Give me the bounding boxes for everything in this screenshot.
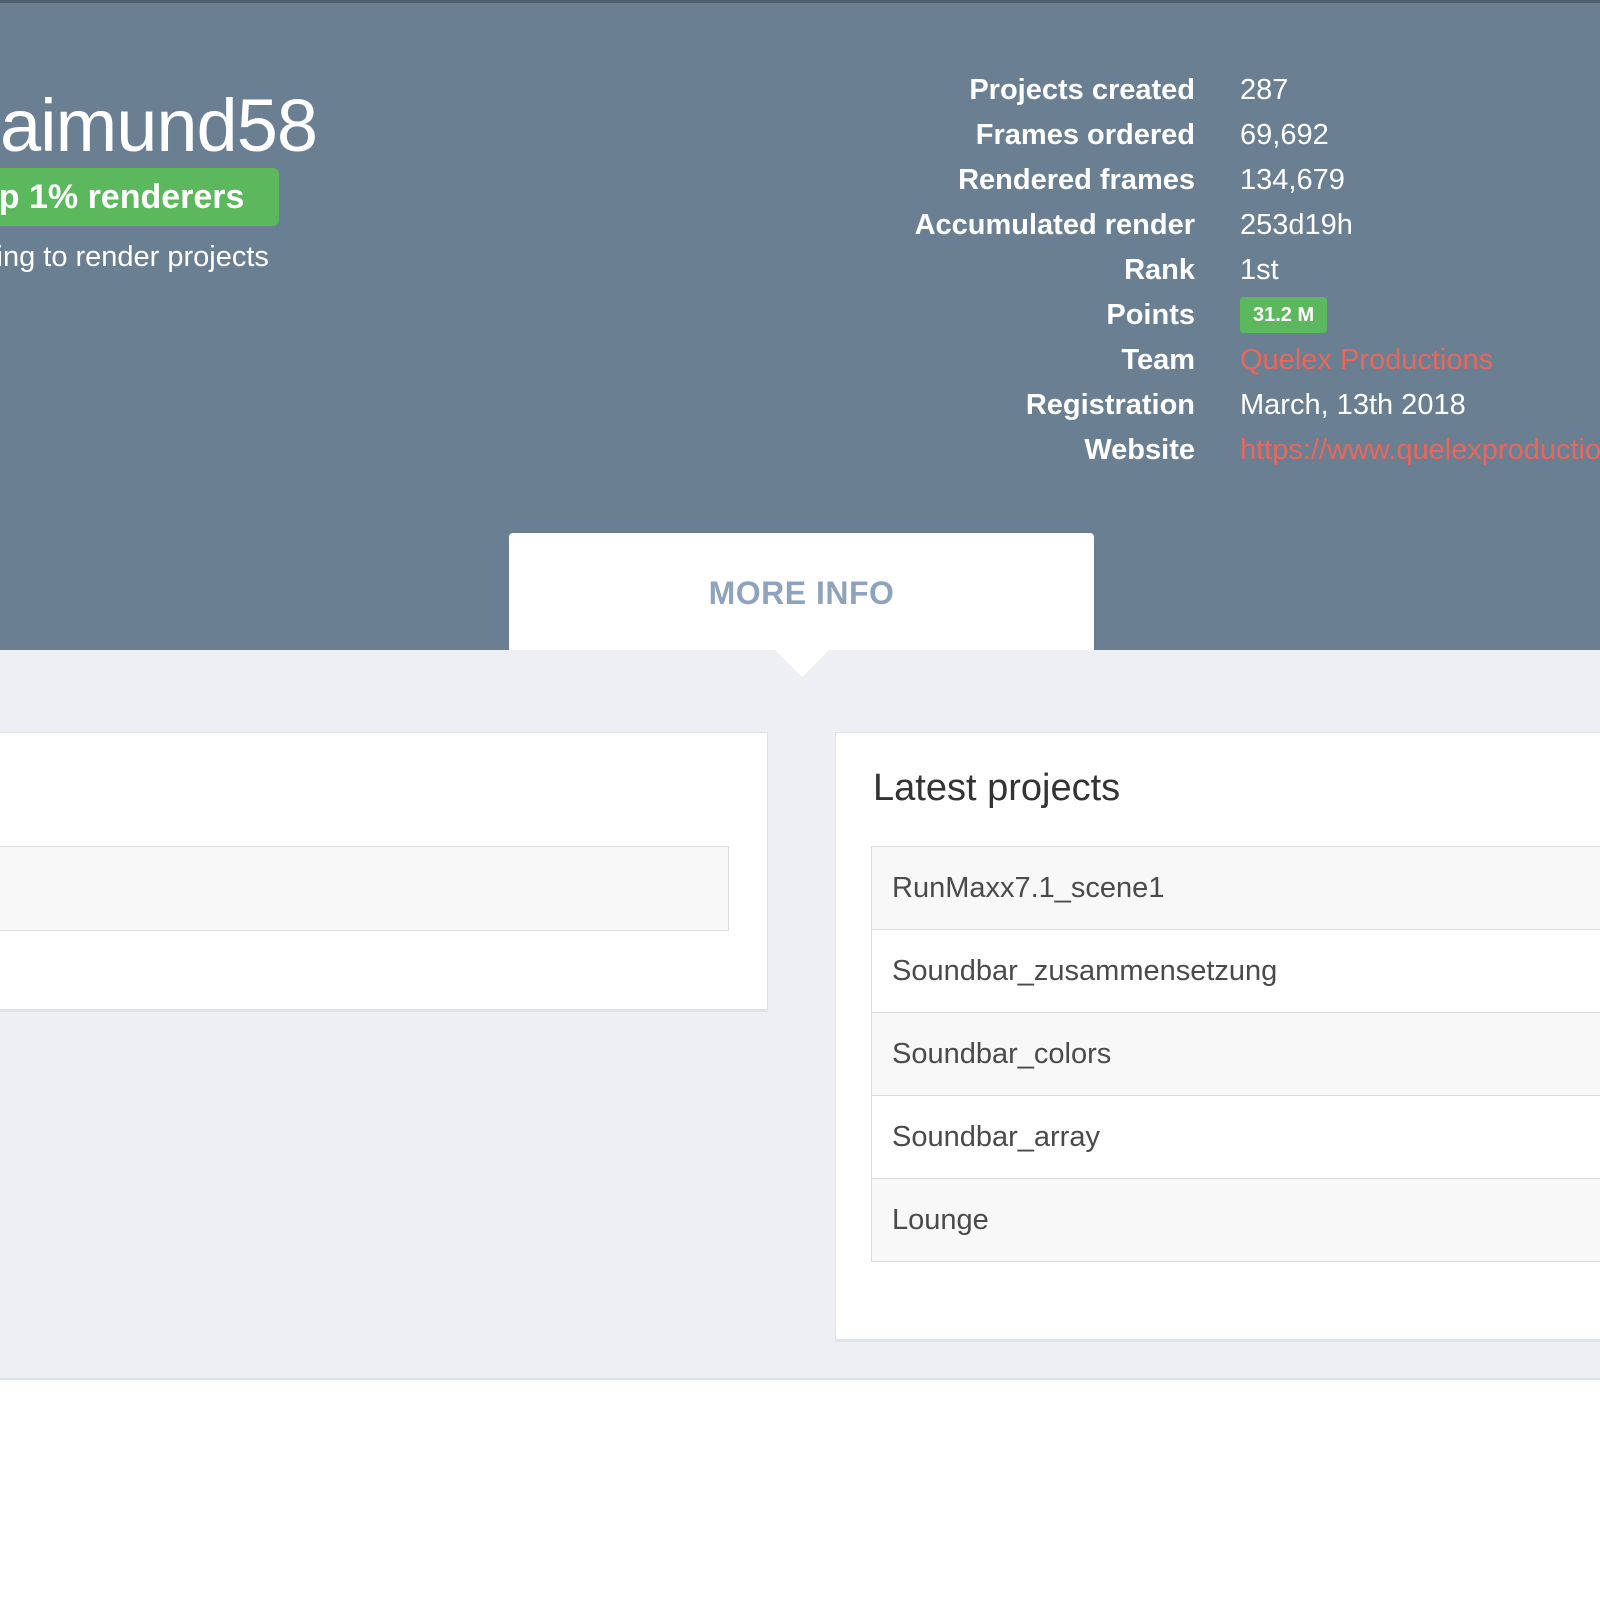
stat-label: Rendered frames [958,164,1195,196]
website-link[interactable]: https://www.quelexproductio [1240,428,1600,473]
stat-label: Points [1106,299,1195,331]
list-item[interactable]: RunMaxx7.1_scene1 [871,847,1600,930]
stat-label: Team [1121,344,1195,376]
panel-title: Latest projects [873,767,1121,809]
stat-label: Projects created [969,74,1195,106]
list-item[interactable]: Soundbar_colors [871,1013,1600,1096]
left-panel [0,732,768,1012]
stat-row-points: Points 31.2 M [800,293,1600,338]
list-item[interactable]: Lounge [871,1179,1600,1262]
left-panel-box [0,846,729,931]
stat-row-frames-ordered: Frames ordered 69,692 [800,113,1600,158]
stat-row-rendered-frames: Rendered frames 134,679 [800,158,1600,203]
stat-row-accumulated-render: Accumulated render 253d19h [800,203,1600,248]
stat-label: Rank [1124,254,1195,286]
stat-value: 69,692 [1240,119,1329,151]
tab-more-info[interactable]: MORE INFO [509,533,1094,653]
tier-badge: op 1% renderers [0,168,279,226]
stat-row-rank: Rank 1st [800,248,1600,293]
latest-projects-panel: Latest projects RunMaxx7.1_scene1 Soundb… [835,732,1600,1342]
stat-label: Registration [1025,389,1195,421]
stat-row-projects-created: Projects created 287 [800,68,1600,113]
points-badge: 31.2 M [1240,297,1328,334]
stat-value: March, 13th 2018 [1240,389,1466,421]
stat-value: 287 [1240,74,1289,106]
profile-header: aimund58 op 1% renderers iting to render… [0,0,1600,653]
status-text-label: iting to render projects [0,241,269,273]
stat-label: Website [1084,434,1195,466]
team-link[interactable]: Quelex Productions [1240,338,1493,383]
stat-value: 1st [1240,254,1279,286]
stat-value: 134,679 [1240,164,1345,196]
tier-badge-label: op 1% renderers [0,178,245,216]
stat-row-website: Website https://www.quelexproductio [800,428,1600,473]
status-text: iting to render projects [0,241,300,274]
tab-pointer [775,650,829,677]
list-item[interactable]: Soundbar_zusammensetzung [871,930,1600,1013]
username-heading: aimund58 [0,84,318,167]
stat-label: Frames ordered [975,119,1195,151]
stat-row-registration: Registration March, 13th 2018 [800,383,1600,428]
stat-label: Accumulated render [914,209,1195,241]
profile-page: aimund58 op 1% renderers iting to render… [0,0,1600,1600]
stat-value: 31.2 M [1240,293,1328,338]
stats-table: Projects created 287 Frames ordered 69,6… [800,68,1600,473]
stat-value: 253d19h [1240,209,1353,241]
project-list: RunMaxx7.1_scene1 Soundbar_zusammensetzu… [871,846,1600,1262]
list-item[interactable]: Soundbar_array [871,1096,1600,1179]
stat-row-team: Team Quelex Productions [800,338,1600,383]
